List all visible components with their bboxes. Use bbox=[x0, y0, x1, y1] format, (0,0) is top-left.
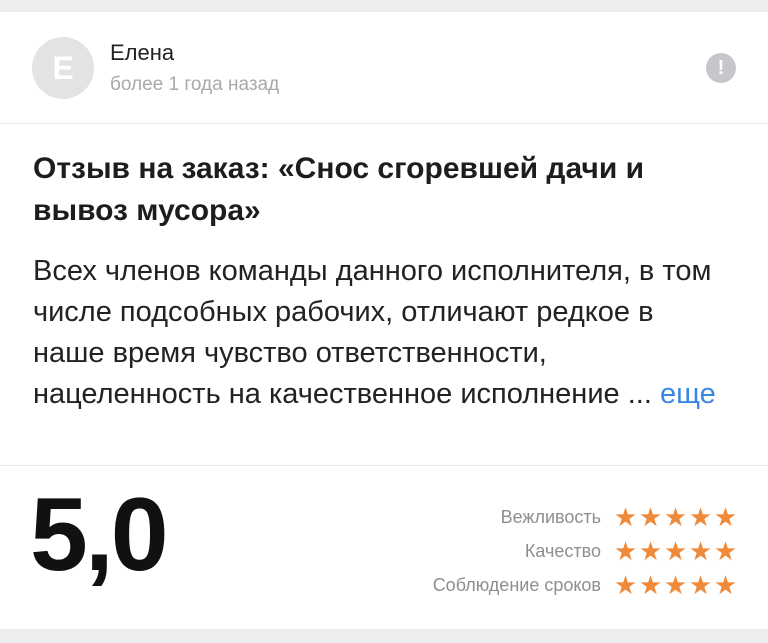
star-icon: ★ bbox=[688, 570, 713, 600]
star-rating: ★ ★ ★ ★ ★ bbox=[613, 504, 738, 530]
criterion-row: Вежливость ★ ★ ★ ★ ★ bbox=[433, 500, 738, 534]
star-icon: ★ bbox=[663, 502, 688, 532]
star-icon: ★ bbox=[613, 502, 638, 532]
criterion-label: Соблюдение сроков bbox=[432, 574, 601, 595]
star-rating: ★ ★ ★ ★ ★ bbox=[613, 538, 738, 564]
star-icon: ★ bbox=[638, 502, 663, 532]
star-icon: ★ bbox=[688, 536, 713, 566]
star-icon: ★ bbox=[688, 502, 713, 532]
star-icon: ★ bbox=[713, 502, 738, 532]
review-text: Всех членов команды данного исполнителя,… bbox=[33, 251, 733, 415]
star-icon: ★ bbox=[713, 570, 738, 600]
review-text-content: Всех членов команды данного исполнителя,… bbox=[33, 255, 712, 410]
star-icon: ★ bbox=[613, 570, 638, 600]
rating-criteria: Вежливость ★ ★ ★ ★ ★ Качество ★ ★ ★ ★ ★ Соблюден… bbox=[433, 500, 738, 602]
criterion-label: Вежливость bbox=[500, 506, 601, 527]
criterion-label: Качество bbox=[524, 540, 601, 561]
avatar-initial: Е bbox=[52, 49, 74, 86]
review-card: Е Елена более 1 года назад ! Отзыв на за… bbox=[0, 12, 768, 629]
criterion-row: Качество ★ ★ ★ ★ ★ bbox=[433, 534, 738, 568]
review-date: более 1 года назад bbox=[110, 74, 280, 95]
review-header: Е Елена более 1 года назад ! bbox=[0, 12, 768, 124]
report-button[interactable]: ! bbox=[706, 53, 736, 83]
author-name: Елена bbox=[110, 40, 175, 65]
exclamation-icon: ! bbox=[717, 56, 725, 79]
star-icon: ★ bbox=[638, 570, 663, 600]
star-icon: ★ bbox=[663, 536, 688, 566]
star-icon: ★ bbox=[638, 536, 663, 566]
avatar: Е bbox=[32, 37, 94, 99]
criterion-row: Соблюдение сроков ★ ★ ★ ★ ★ bbox=[433, 568, 738, 602]
review-body: Отзыв на заказ: «Снос сгоревшей дачи и в… bbox=[0, 124, 768, 466]
review-title: Отзыв на заказ: «Снос сгоревшей дачи и в… bbox=[33, 152, 645, 227]
star-rating: ★ ★ ★ ★ ★ bbox=[613, 572, 738, 598]
star-icon: ★ bbox=[663, 570, 688, 600]
overall-score: 5,0 bbox=[30, 477, 169, 593]
star-icon: ★ bbox=[713, 536, 738, 566]
star-icon: ★ bbox=[613, 536, 638, 566]
rating-section: 5,0 Вежливость ★ ★ ★ ★ ★ Качество ★ ★ ★ ★ ★ Собл… bbox=[0, 466, 768, 629]
more-link[interactable]: еще bbox=[660, 378, 716, 410]
